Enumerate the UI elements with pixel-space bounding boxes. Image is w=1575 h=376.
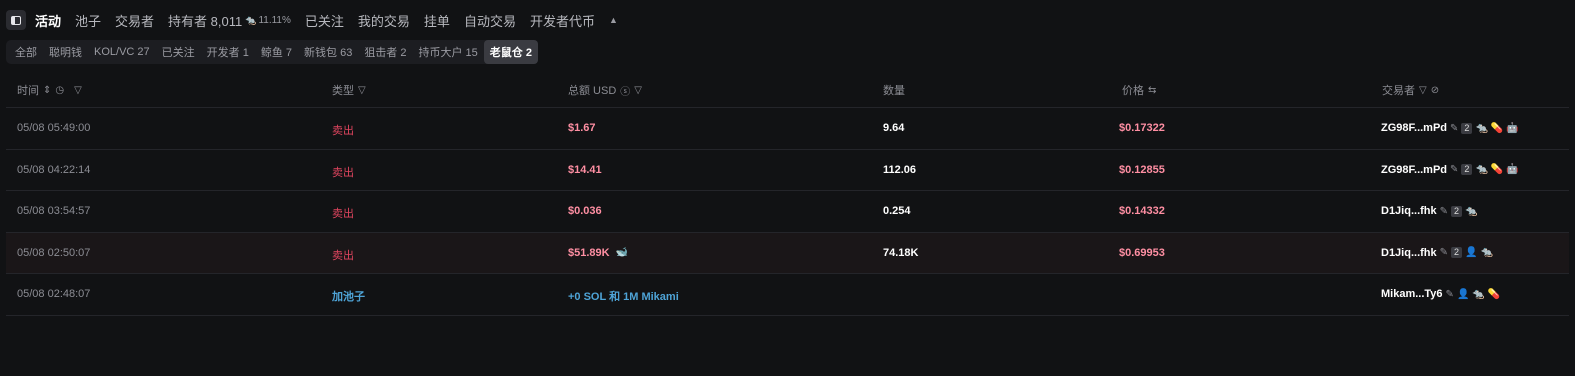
pill-icon: 💊	[1490, 122, 1504, 134]
trader-address[interactable]: D1Jiq...fhk	[1381, 205, 1437, 217]
trader-cell: D1Jiq...fhk ✎ 2 👤 🐀	[1381, 247, 1493, 259]
table-row[interactable]: 05/08 04:22:14 卖出 $14.41 112.06 $0.12855…	[6, 150, 1569, 191]
top-tab-bar: 活动 池子 交易者 持有者 8,011 🐀 11.11% 已关注 我的交易 挂单…	[6, 9, 618, 31]
edit-icon[interactable]: ✎	[1450, 164, 1458, 175]
rat-icon: 🐀	[1480, 247, 1493, 258]
activity-table: 时间 ⇕ ◷ ▽ 类型 ▽ 总额 USD ⓢ ▽ 数量 价格 ⇆ 交易者 ▽ ⊘…	[6, 68, 1569, 316]
header-quantity: 数量	[883, 85, 905, 97]
rat-icon: 🐀	[1475, 122, 1488, 134]
filter-chip-top-holders[interactable]: 持币大户 15	[413, 40, 484, 64]
edit-icon[interactable]: ✎	[1440, 247, 1448, 258]
header-trader: 交易者 ▽ ⊘	[1382, 84, 1440, 98]
header-type: 类型 ▽	[332, 84, 366, 98]
filter-chip-sniper[interactable]: 狙击者 2	[358, 40, 412, 64]
count-badge: 2	[1451, 247, 1463, 258]
table-row[interactable]: 05/08 02:50:07 卖出 $51.89K 🐋 74.18K $0.69…	[6, 232, 1569, 274]
tab-orders[interactable]: 挂单	[424, 11, 450, 30]
table-header: 时间 ⇕ ◷ ▽ 类型 ▽ 总额 USD ⓢ ▽ 数量 价格 ⇆ 交易者 ▽ ⊘	[6, 68, 1569, 108]
caret-up-icon[interactable]: ▲	[609, 15, 618, 25]
rat-icon: 🐀	[1475, 164, 1488, 175]
pill-icon: 💊	[1490, 164, 1504, 175]
bot-icon: 🤖	[1506, 122, 1519, 134]
clock-icon[interactable]: ◷	[55, 85, 64, 96]
panel-icon	[11, 15, 21, 25]
developer-icon: 👤	[1456, 288, 1470, 300]
filter-chip-developer[interactable]: 开发者 1	[201, 40, 255, 64]
trader-cell: ZG98F...mPd ✎ 2 🐀 💊 🤖	[1381, 164, 1519, 176]
swap-icon[interactable]: ⇆	[1148, 85, 1156, 96]
trader-address[interactable]: D1Jiq...fhk	[1381, 247, 1437, 259]
filter-chip-all[interactable]: 全部	[9, 40, 43, 64]
edit-icon[interactable]: ✎	[1450, 123, 1458, 134]
filter-icon[interactable]: ▽	[1419, 85, 1427, 96]
tab-pools[interactable]: 池子	[75, 11, 101, 30]
tab-my-trades[interactable]: 我的交易	[358, 11, 410, 30]
edit-icon[interactable]: ✎	[1440, 206, 1448, 217]
tab-holders[interactable]: 持有者 8,011 🐀 11.11%	[168, 11, 291, 30]
rat-icon: 🐀	[245, 14, 257, 25]
trader-cell: Mikam...Ty6 ✎ 👤 🐀 💊	[1381, 288, 1500, 300]
trader-cell: D1Jiq...fhk ✎ 2 🐀	[1381, 205, 1477, 217]
filter-chip-new-wallet[interactable]: 新钱包 63	[298, 40, 358, 64]
currency-toggle-icon[interactable]: ⓢ	[620, 83, 630, 98]
tab-traders[interactable]: 交易者	[115, 11, 154, 30]
filter-chip-insider[interactable]: 老鼠仓 2	[483, 40, 538, 64]
count-badge: 2	[1461, 122, 1473, 134]
trader-address[interactable]: ZG98F...mPd	[1381, 164, 1447, 176]
filter-chip-kol-vc[interactable]: KOL/VC 27	[88, 42, 156, 62]
filter-chip-followed[interactable]: 已关注	[156, 40, 201, 64]
header-total-usd: 总额 USD ⓢ ▽	[568, 83, 642, 98]
table-row[interactable]: 05/08 02:48:07 加池子 +0 SOL 和 1M Mikami Mi…	[6, 274, 1569, 316]
tab-auto-trade[interactable]: 自动交易	[464, 11, 516, 30]
trader-address[interactable]: Mikam...Ty6	[1381, 288, 1443, 300]
tab-activity[interactable]: 活动	[35, 11, 61, 30]
sidebar-toggle-button[interactable]	[6, 10, 26, 30]
count-badge: 2	[1461, 164, 1473, 175]
tab-dev-tokens[interactable]: 开发者代币	[530, 11, 595, 30]
filter-chip-bar: 全部 聪明钱 KOL/VC 27 已关注 开发者 1 鲸鱼 7 新钱包 63 狙…	[6, 40, 538, 64]
trader-address[interactable]: ZG98F...mPd	[1381, 122, 1447, 134]
hide-icon[interactable]: ⊘	[1431, 85, 1439, 96]
trader-cell: ZG98F...mPd ✎ 2 🐀 💊 🤖	[1381, 122, 1519, 134]
edit-icon[interactable]: ✎	[1446, 289, 1454, 300]
filter-icon[interactable]: ▽	[358, 85, 366, 96]
pill-icon: 💊	[1487, 288, 1501, 300]
tab-followed[interactable]: 已关注	[305, 11, 344, 30]
sort-icon[interactable]: ⇕	[43, 85, 51, 96]
filter-chip-smart-money[interactable]: 聪明钱	[43, 40, 88, 64]
header-time: 时间 ⇕ ◷ ▽	[17, 84, 82, 98]
filter-icon[interactable]: ▽	[634, 85, 642, 96]
table-row[interactable]: 05/08 05:49:00 卖出 $1.67 9.64 $0.17322 ZG…	[6, 108, 1569, 150]
count-badge: 2	[1451, 205, 1463, 217]
filter-chip-whale[interactable]: 鲸鱼 7	[255, 40, 298, 64]
developer-icon: 👤	[1465, 247, 1478, 258]
rat-icon: 🐀	[1472, 288, 1485, 300]
rat-icon: 🐀	[1465, 205, 1478, 217]
header-price: 价格 ⇆	[1122, 84, 1157, 98]
filter-icon[interactable]: ▽	[74, 85, 82, 96]
bot-icon: 🤖	[1506, 164, 1519, 175]
table-row[interactable]: 05/08 03:54:57 卖出 $0.036 0.254 $0.14332 …	[6, 191, 1569, 233]
whale-icon: 🐋	[615, 247, 629, 258]
